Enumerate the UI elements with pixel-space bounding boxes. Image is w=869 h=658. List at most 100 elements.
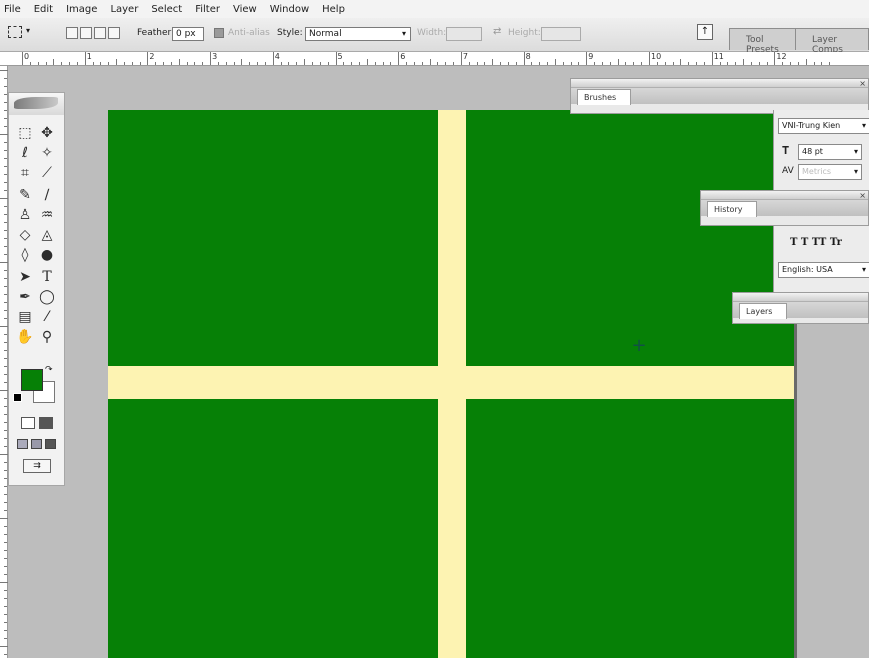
- menu-filter[interactable]: Filter: [195, 4, 220, 15]
- kerning-select[interactable]: Metrics ▾: [798, 164, 862, 180]
- ruler-minor-tick: [406, 62, 408, 65]
- marquee-preset-icon[interactable]: [8, 26, 22, 38]
- ruler-label: 7: [462, 52, 468, 61]
- ruler-label: 6: [400, 52, 406, 61]
- ruler-minor-tick: [4, 622, 7, 623]
- marquee-tool-icon[interactable]: ⬚: [15, 123, 35, 143]
- height-input[interactable]: [541, 27, 581, 41]
- menu-edit[interactable]: Edit: [34, 4, 53, 15]
- font-size-select[interactable]: 48 pt ▾: [798, 144, 862, 160]
- ruler-label: 4: [274, 52, 280, 61]
- history-brush-tool-icon[interactable]: ♒: [37, 205, 57, 225]
- move-tool-icon[interactable]: ✥: [37, 123, 57, 143]
- foreground-color-swatch[interactable]: [21, 369, 43, 391]
- history-palette: History ×: [700, 190, 869, 226]
- zoom-tool-icon[interactable]: ⚲: [37, 327, 57, 347]
- hand-tool-icon[interactable]: ✋: [15, 327, 35, 347]
- ruler-major-tick: [84, 52, 86, 65]
- tab-tool-presets[interactable]: Tool Presets: [729, 28, 799, 55]
- swap-colors-icon[interactable]: ↷: [45, 365, 53, 375]
- close-icon[interactable]: ×: [859, 79, 866, 88]
- chevron-down-icon[interactable]: ▾: [26, 26, 30, 35]
- layers-palette-titlebar[interactable]: [733, 293, 868, 302]
- dodge-tool-icon[interactable]: ●: [37, 245, 57, 265]
- tab-brushes[interactable]: Brushes: [577, 89, 632, 105]
- language-select[interactable]: English: USA ▾: [778, 262, 869, 278]
- toolbox-header[interactable]: [9, 93, 64, 115]
- healing-brush-tool-icon[interactable]: ✎: [15, 185, 35, 205]
- tab-layer-comps[interactable]: Layer Comps: [795, 28, 869, 55]
- eraser-tool-icon[interactable]: ◇: [15, 225, 35, 245]
- notes-tool-icon[interactable]: ▤: [15, 307, 35, 327]
- type-tool-icon[interactable]: T: [37, 267, 57, 287]
- menu-image[interactable]: Image: [66, 4, 97, 15]
- brush-tool-icon[interactable]: ∕: [37, 185, 57, 205]
- slice-tool-icon[interactable]: ⟋: [37, 163, 57, 183]
- ruler-minor-tick: [4, 214, 7, 215]
- ruler-minor-tick: [703, 62, 705, 65]
- width-input[interactable]: [446, 27, 482, 41]
- menu-file[interactable]: File: [4, 4, 21, 15]
- vertical-ruler: [0, 66, 8, 658]
- brushes-palette-titlebar[interactable]: [571, 79, 868, 88]
- subtract-selection-button[interactable]: [94, 27, 106, 39]
- screen-mode-1-icon[interactable]: [17, 439, 28, 449]
- ruler-minor-tick: [139, 62, 141, 65]
- ruler-minor-tick: [280, 62, 282, 65]
- ruler-minor-tick: [821, 62, 823, 65]
- feather-logo-icon: [14, 97, 58, 109]
- add-selection-button[interactable]: [80, 27, 92, 39]
- ruler-minor-tick: [0, 326, 8, 327]
- ruler-major-tick: [586, 52, 588, 65]
- height-label: Height:: [508, 28, 541, 38]
- jump-to-imageready-icon[interactable]: ⇉: [23, 459, 51, 473]
- magic-wand-tool-icon[interactable]: ✧: [37, 143, 57, 163]
- font-family-select[interactable]: VNI-Trung Kien ▾: [778, 118, 869, 134]
- lasso-tool-icon[interactable]: ℓ: [15, 143, 35, 163]
- type-style-buttons[interactable]: T T TT Tr: [790, 237, 842, 248]
- ruler-label: 8: [525, 52, 531, 61]
- ruler-label: 11: [713, 52, 724, 61]
- screen-mode-2-icon[interactable]: [31, 439, 42, 449]
- new-selection-button[interactable]: [66, 27, 78, 39]
- ruler-minor-tick: [4, 310, 7, 311]
- ruler-minor-tick: [437, 62, 439, 65]
- ruler-minor-tick: [264, 62, 266, 65]
- menu-window[interactable]: Window: [270, 4, 309, 15]
- ruler-minor-tick: [163, 62, 165, 65]
- ruler-minor-tick: [249, 62, 251, 65]
- ruler-minor-tick: [4, 78, 7, 79]
- ruler-minor-tick: [4, 318, 7, 319]
- history-palette-titlebar[interactable]: [701, 191, 868, 200]
- tab-history[interactable]: History: [707, 201, 758, 217]
- menu-layer[interactable]: Layer: [110, 4, 138, 15]
- paint-bucket-tool-icon[interactable]: ◬: [37, 225, 57, 245]
- style-select[interactable]: Normal ▾: [305, 27, 411, 41]
- menu-help[interactable]: Help: [322, 4, 345, 15]
- shape-tool-icon[interactable]: ◯: [37, 287, 57, 307]
- ruler-minor-tick: [805, 59, 807, 65]
- standard-mode-icon[interactable]: [21, 417, 35, 429]
- pen-tool-icon[interactable]: ✒: [15, 287, 35, 307]
- intersect-selection-button[interactable]: [108, 27, 120, 39]
- default-colors-icon[interactable]: [13, 393, 22, 402]
- path-selection-tool-icon[interactable]: ➤: [15, 267, 35, 287]
- screen-mode-3-icon[interactable]: [45, 439, 56, 449]
- ruler-minor-tick: [680, 59, 682, 65]
- tab-layers[interactable]: Layers: [739, 303, 788, 319]
- blur-tool-icon[interactable]: ◊: [15, 245, 35, 265]
- menu-select[interactable]: Select: [151, 4, 182, 15]
- eyedropper-tool-icon[interactable]: ⁄: [37, 307, 57, 327]
- palette-well-icon[interactable]: ↑: [697, 24, 713, 40]
- clone-stamp-tool-icon[interactable]: ♙: [15, 205, 35, 225]
- antialias-checkbox[interactable]: [214, 28, 224, 38]
- ruler-minor-tick: [233, 62, 235, 65]
- close-icon[interactable]: ×: [859, 191, 866, 200]
- swap-icon[interactable]: ⇄: [493, 26, 501, 37]
- crop-tool-icon[interactable]: ⌗: [15, 163, 35, 183]
- ruler-minor-tick: [4, 438, 7, 439]
- ruler-major-tick: [335, 52, 337, 65]
- quick-mask-mode-icon[interactable]: [39, 417, 53, 429]
- menu-view[interactable]: View: [233, 4, 257, 15]
- feather-input[interactable]: 0 px: [172, 27, 204, 41]
